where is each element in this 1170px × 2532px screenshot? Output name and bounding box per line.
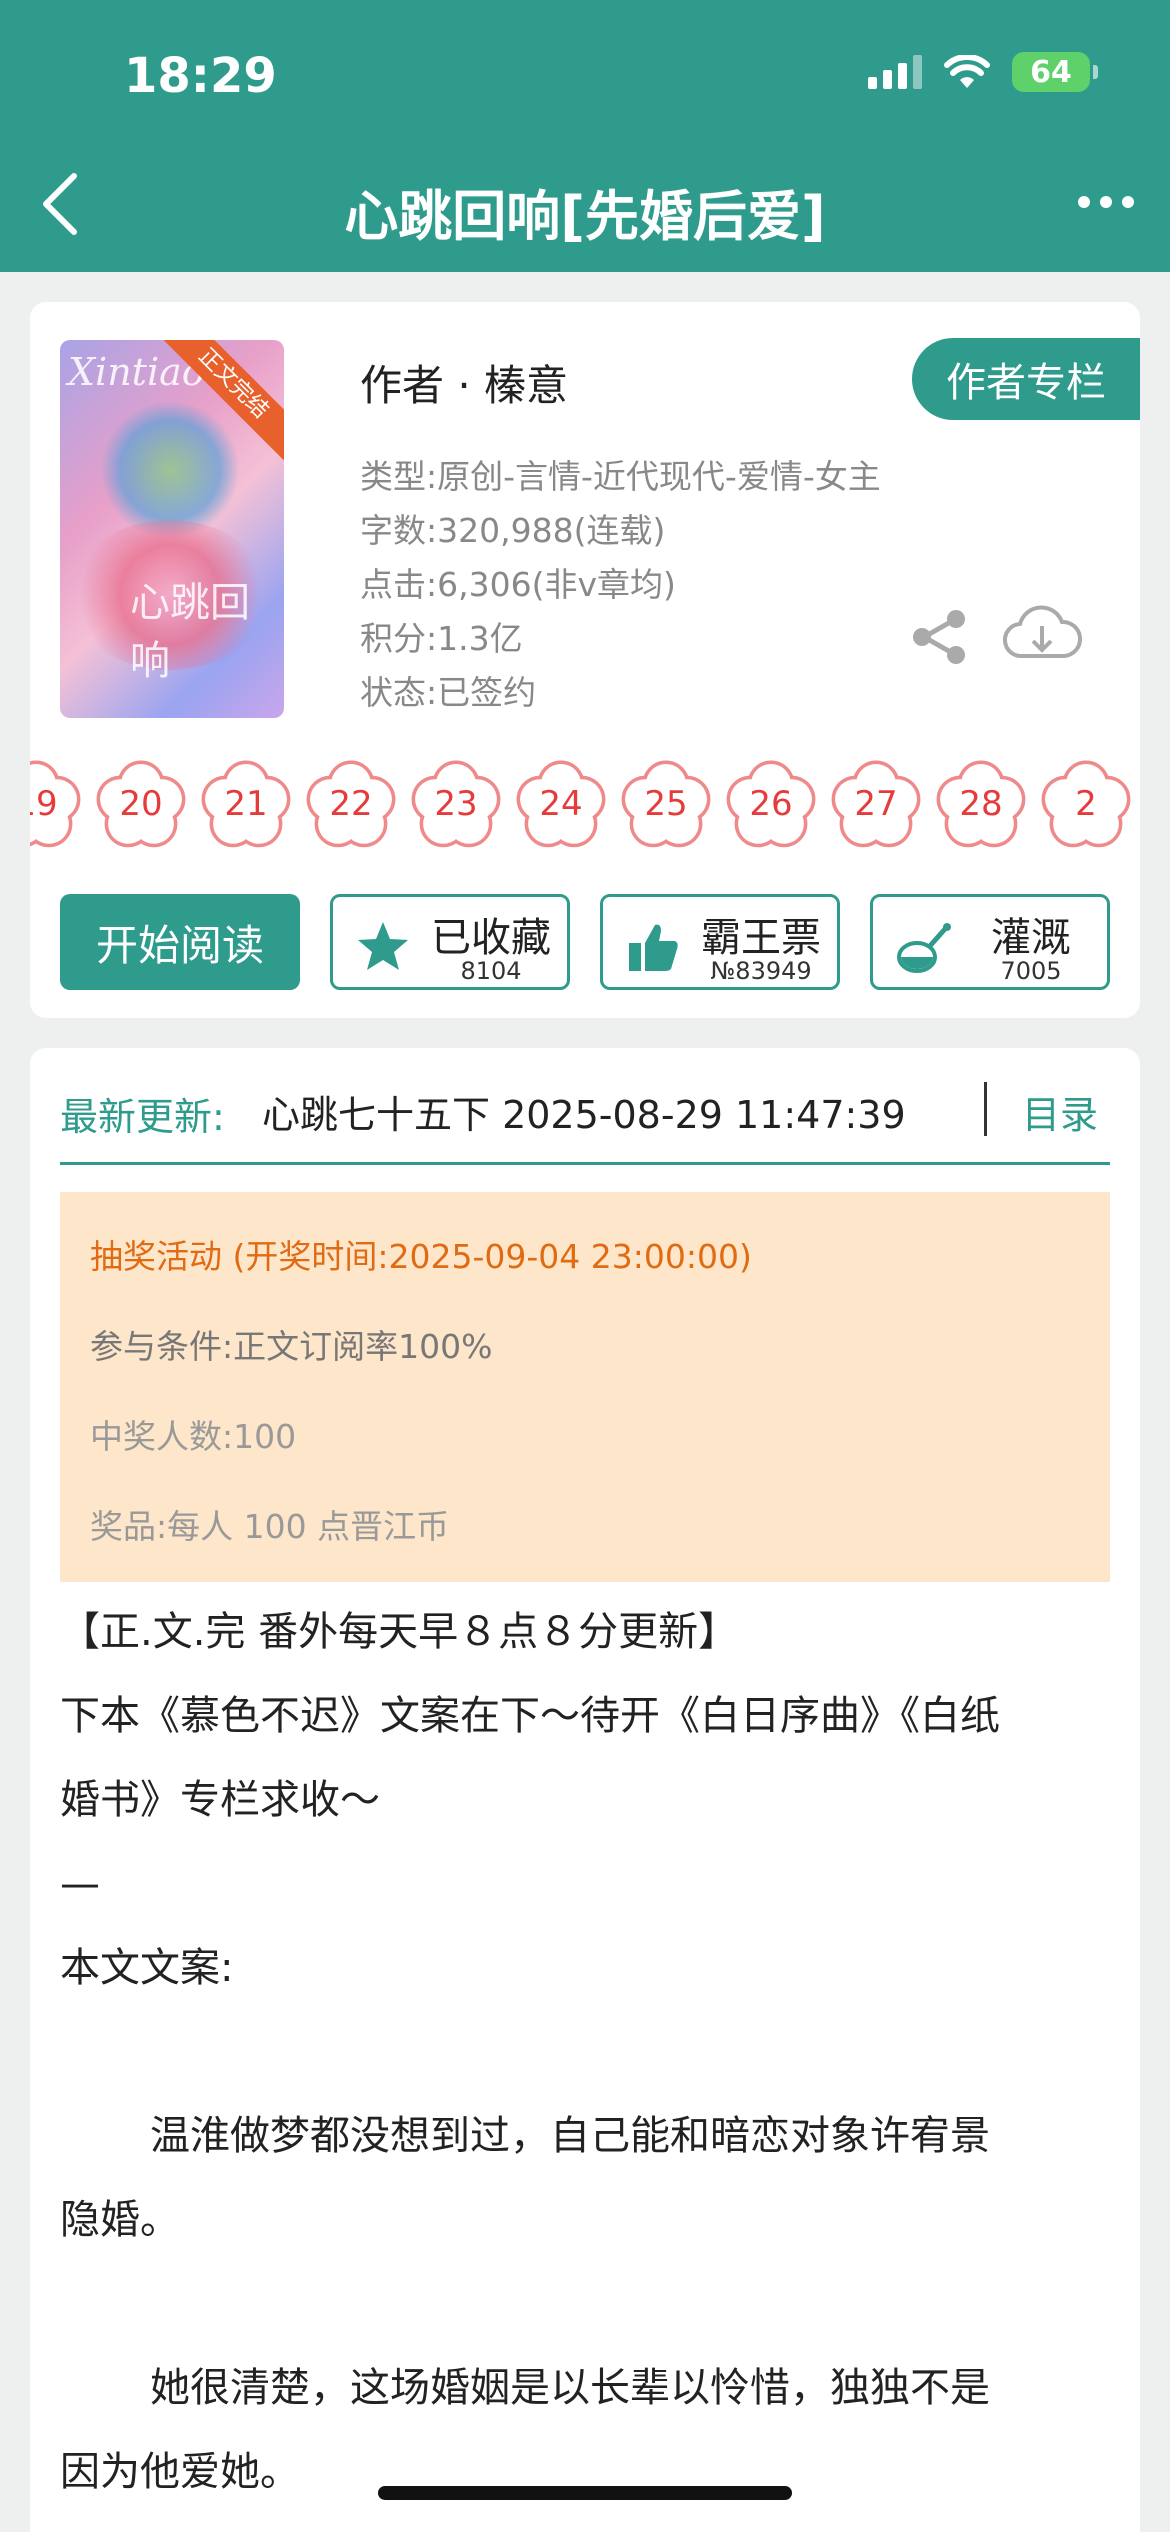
divider-line [60, 1162, 1110, 1165]
lottery-condition: 参与条件:正文订阅率100% [90, 1327, 493, 1366]
status-icons: 64 [868, 52, 1098, 92]
share-icon[interactable] [910, 608, 970, 666]
vote-count: №83949 [710, 957, 812, 985]
flower-rank: 21 [224, 784, 268, 824]
lottery-prize: 奖品:每人 100 点晋江币 [90, 1507, 450, 1546]
water-label: 灌溉 [991, 915, 1071, 961]
flower-badge: 23 [408, 756, 504, 852]
flower-badge: 27 [828, 756, 924, 852]
status-text: 状态:已签约 [360, 673, 537, 712]
description-line: 她很清楚，这场婚姻是以长辈以怜惜，独独不是 [150, 2365, 990, 2411]
lottery-panel: 抽奖活动 (开奖时间:2025-09-04 23:00:00) 参与条件:正文订… [60, 1192, 1110, 1582]
description-line: — [60, 1861, 100, 1907]
flower-badge: 21 [198, 756, 294, 852]
description-line: 温淮做梦都没想到过，自己能和暗恋对象许宥景 [150, 2113, 990, 2159]
vote-label: 霸王票 [701, 915, 821, 961]
author-column-button[interactable]: 作者专栏 [912, 338, 1140, 420]
more-icon[interactable] [1078, 196, 1134, 208]
favorite-count: 8104 [460, 957, 522, 985]
flower-badge: 26 [723, 756, 819, 852]
book-info-card: Xintiao 心跳回响 正文完结 作者 · 榛意 作者专栏 类型:原创-言情-… [30, 302, 1140, 1018]
wifi-icon [944, 55, 990, 88]
battery-icon: 64 [1012, 52, 1098, 92]
cloud-download-icon[interactable] [1002, 604, 1082, 670]
description-line: 婚书》专栏求收～ [60, 1777, 380, 1823]
genre-text: 类型:原创-言情-近代现代-爱情-女主 [360, 457, 881, 496]
flower-badge: 28 [933, 756, 1029, 852]
water-count: 7005 [1000, 957, 1062, 985]
flower-rank: 28 [959, 784, 1003, 824]
word-count-text: 字数:320,988(连载) [360, 511, 666, 550]
flower-rank: 22 [329, 784, 373, 824]
start-reading-button[interactable]: 开始阅读 [60, 894, 300, 990]
favorite-label: 已收藏 [431, 915, 551, 961]
flower-rank: 25 [644, 784, 688, 824]
flower-rank: 24 [539, 784, 583, 824]
cover-title-art: 心跳回响 [130, 580, 250, 684]
book-cover[interactable]: Xintiao 心跳回响 正文完结 [60, 340, 284, 718]
flower-rank-row[interactable]: 19 20 21 22 23 [30, 756, 1140, 852]
flower-rank: 27 [854, 784, 898, 824]
flower-badge: 25 [618, 756, 714, 852]
description-line: 因为他爱她。 [60, 2449, 300, 2495]
author-name[interactable]: 作者 · 榛意 [360, 352, 568, 413]
lottery-title: 抽奖活动 (开奖时间:2025-09-04 23:00:00) [90, 1237, 752, 1276]
description-line: 【正.文.完 番外每天早８点８分更新】 [60, 1609, 739, 1655]
table-of-contents-link[interactable]: 目录 [1022, 1084, 1098, 1139]
book-detail-card: 最新更新: 心跳七十五下 2025-08-29 11:47:39 目录 抽奖活动… [30, 1048, 1140, 2532]
flower-rank: 23 [434, 784, 478, 824]
lottery-winners: 中奖人数:100 [90, 1417, 297, 1456]
flower-badge: 2 [1038, 756, 1134, 852]
flower-badge: 19 [30, 756, 84, 852]
page-title: 心跳回响[先婚后爱] [344, 185, 826, 248]
thumbs-up-icon [629, 924, 678, 971]
flower-rank: 20 [119, 784, 163, 824]
cellular-signal-icon [868, 55, 922, 89]
watering-can-icon [897, 923, 951, 973]
flower-badge: 22 [303, 756, 399, 852]
description-line: 本文文案: [60, 1945, 234, 1991]
flower-badge: 20 [93, 756, 189, 852]
favorite-button[interactable]: 已收藏 8104 [330, 894, 570, 990]
divider [984, 1082, 987, 1136]
latest-update-link[interactable]: 心跳七十五下 2025-08-29 11:47:39 [262, 1084, 962, 1139]
flower-rank: 26 [749, 784, 793, 824]
app-header: 18:29 64 心跳回响[先婚后爱] [0, 0, 1170, 272]
star-icon [358, 922, 408, 970]
flower-rank: 19 [30, 784, 58, 824]
status-time: 18:29 [124, 48, 277, 104]
score-text: 积分:1.3亿 [360, 619, 523, 658]
description-line: 隐婚。 [60, 2197, 180, 2243]
latest-update-label: 最新更新: [60, 1095, 225, 1139]
water-button[interactable]: 灌溉 7005 [870, 894, 1110, 990]
flower-rank: 2 [1075, 784, 1097, 824]
description-line: 下本《慕色不迟》文案在下～待开《白日序曲》《白纸 [60, 1693, 1000, 1739]
flower-badge: 24 [513, 756, 609, 852]
clicks-text: 点击:6,306(非v章均) [360, 565, 676, 604]
vote-button[interactable]: 霸王票 №83949 [600, 894, 840, 990]
home-indicator [378, 2486, 792, 2500]
